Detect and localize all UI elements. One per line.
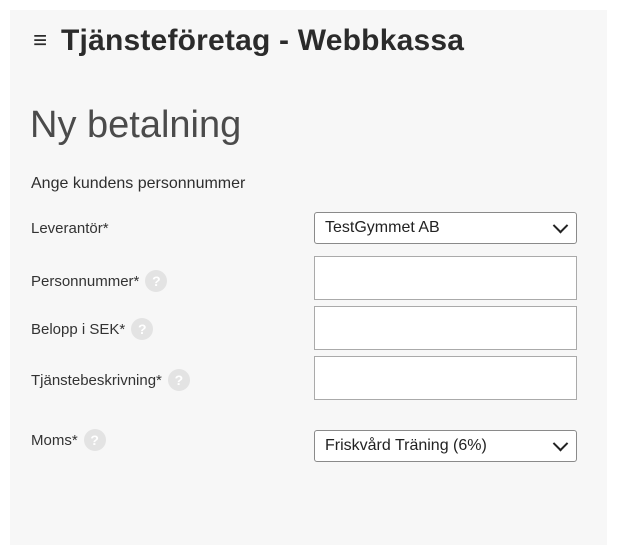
help-icon[interactable]: ? (145, 270, 168, 292)
description-label-text: Tjänstebeskrivning* (31, 371, 162, 389)
help-icon[interactable]: ? (167, 369, 190, 391)
help-icon[interactable]: ? (83, 429, 106, 451)
help-icon[interactable]: ? (131, 318, 154, 340)
supplier-label-text: Leverantör* (31, 220, 109, 237)
app-title: Tjänsteföretag - Webbkassa (61, 24, 465, 57)
description-label: Tjänstebeskrivning* ? (31, 369, 190, 391)
page-title: Ny betalning (30, 104, 242, 146)
personal-number-input[interactable] (314, 256, 577, 300)
amount-label: Belopp i SEK* ? (31, 318, 154, 340)
hamburger-menu-icon[interactable]: ≡ (33, 29, 47, 53)
supplier-label: Leverantör* (31, 220, 109, 237)
personal-number-label: Personnummer* ? (31, 270, 168, 292)
description-input[interactable] (314, 356, 577, 400)
amount-label-text: Belopp i SEK* (31, 320, 126, 338)
chevron-down-icon (552, 217, 569, 233)
chevron-down-icon (552, 435, 569, 451)
personal-number-label-text: Personnummer* (31, 272, 140, 290)
app-header: ≡ Tjänsteföretag - Webbkassa (33, 24, 464, 58)
amount-input[interactable] (314, 306, 577, 350)
vat-label: Moms* ? (31, 429, 106, 451)
vat-label-text: Moms* (31, 431, 78, 449)
vat-select[interactable]: Friskvård Träning (6%) (314, 430, 577, 462)
supplier-select[interactable]: TestGymmet AB (314, 212, 577, 244)
supplier-select-value: TestGymmet AB (325, 219, 440, 236)
vat-select-value: Friskvård Träning (6%) (325, 437, 487, 454)
form-instruction: Ange kundens personnummer (31, 175, 246, 192)
